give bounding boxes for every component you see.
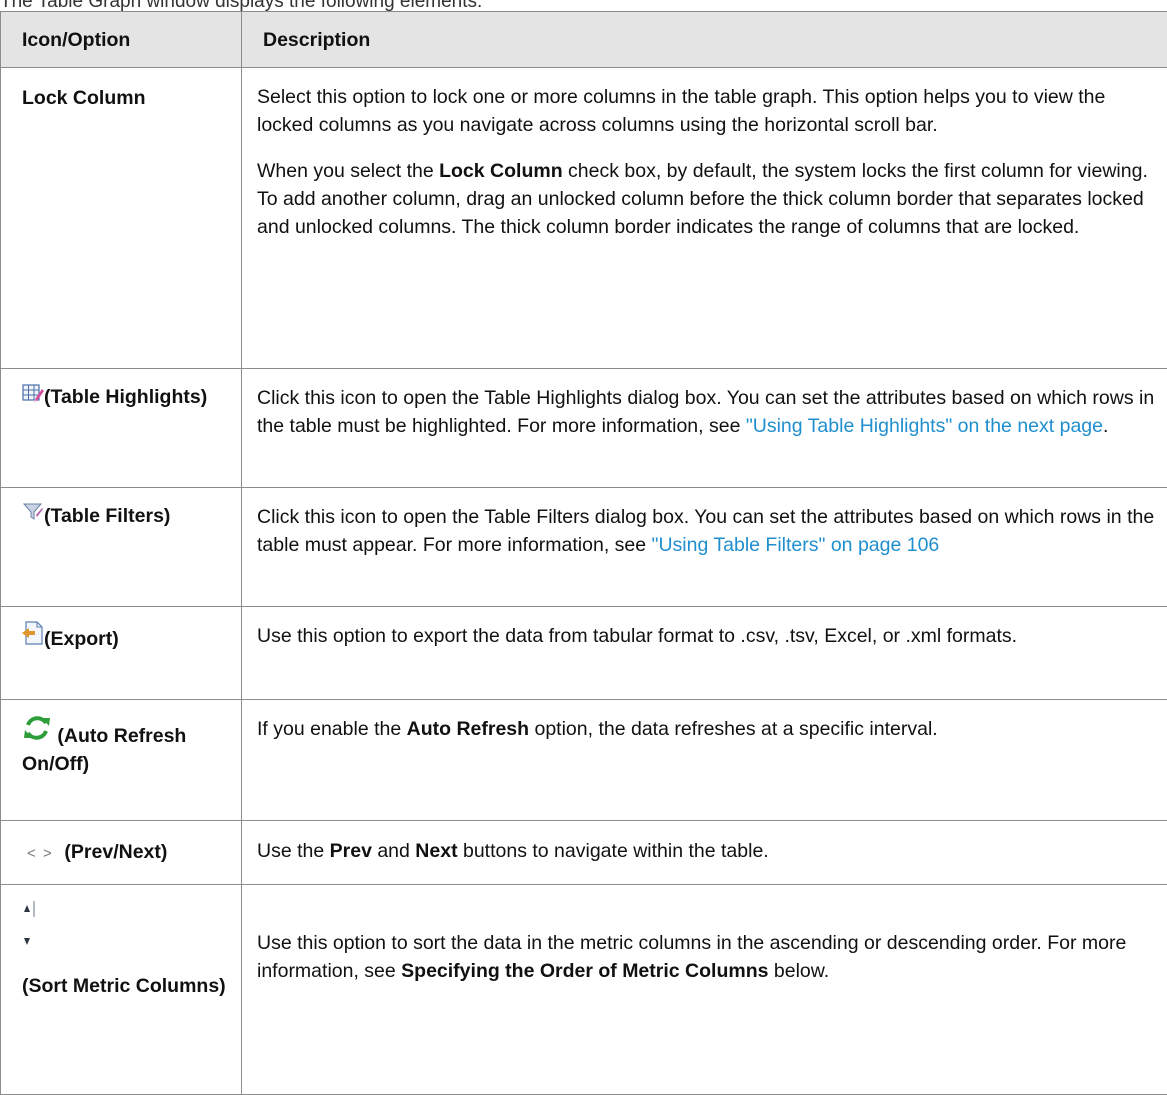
funnel-icon[interactable]	[22, 502, 44, 522]
table-highlights-label: (Table Highlights)	[44, 386, 207, 408]
description-text: When you select the Lock Column check bo…	[257, 157, 1165, 241]
prev-icon[interactable]: <	[27, 840, 43, 868]
option-cell: (Sort Metric Columns)	[1, 885, 242, 1095]
using-table-filters-link[interactable]: "Using Table Filters" on page 106	[652, 534, 940, 556]
description-text: If you enable the Auto Refresh option, t…	[257, 715, 1165, 743]
table-row: (Export) Use this option to export the d…	[1, 607, 1167, 700]
table-row: (Table Filters) Click this icon to open …	[1, 488, 1167, 607]
option-cell: (Table Highlights)	[1, 369, 242, 488]
sort-descending-icon[interactable]	[22, 932, 36, 950]
description-cell: Select this option to lock one or more c…	[242, 68, 1167, 369]
table-filters-label: (Table Filters)	[44, 505, 170, 527]
description-text: Click this icon to open the Table Highli…	[257, 384, 1165, 440]
table-row: Lock Column Select this option to lock o…	[1, 68, 1167, 369]
next-icon[interactable]: >	[43, 840, 59, 868]
description-text: Use the Prev and Next buttons to navigat…	[257, 837, 1165, 865]
table-row: (Sort Metric Columns) Use this option to…	[1, 885, 1167, 1095]
header-description: Description	[242, 12, 1167, 68]
description-cell: Click this icon to open the Table Highli…	[242, 369, 1167, 488]
export-label: (Export)	[44, 628, 119, 650]
description-cell: Use the Prev and Next buttons to navigat…	[242, 821, 1167, 885]
description-text: Click this icon to open the Table Filter…	[257, 503, 1165, 559]
header-icon-option: Icon/Option	[1, 12, 242, 68]
using-table-highlights-link[interactable]: "Using Table Highlights" on the next pag…	[746, 415, 1103, 437]
description-cell: If you enable the Auto Refresh option, t…	[242, 700, 1167, 821]
description-text: Use this option to sort the data in the …	[257, 929, 1165, 985]
table-row: (Auto Refresh On/Off) If you enable the …	[1, 700, 1167, 821]
option-cell: Lock Column	[1, 68, 242, 369]
sort-metric-columns-label: (Sort Metric Columns)	[22, 972, 235, 1000]
option-cell: (Auto Refresh On/Off)	[1, 700, 242, 821]
option-cell: (Table Filters)	[1, 488, 242, 607]
description-cell: Click this icon to open the Table Filter…	[242, 488, 1167, 607]
table-highlights-icon[interactable]	[22, 383, 44, 403]
table-header-row: Icon/Option Description	[1, 12, 1167, 68]
export-icon[interactable]	[22, 621, 44, 645]
refresh-icon[interactable]	[22, 714, 52, 742]
prev-next-label: (Prev/Next)	[64, 841, 167, 863]
description-cell: Use this option to sort the data in the …	[242, 885, 1167, 1095]
elements-table: Icon/Option Description Lock Column Sele…	[0, 11, 1167, 1095]
lock-column-label: Lock Column	[22, 87, 146, 109]
option-cell: <> (Prev/Next)	[1, 821, 242, 885]
sort-ascending-icon[interactable]	[22, 900, 36, 918]
description-text: Select this option to lock one or more c…	[257, 83, 1165, 139]
option-cell: (Export)	[1, 607, 242, 700]
table-row: <> (Prev/Next) Use the Prev and Next but…	[1, 821, 1167, 885]
description-text: Use this option to export the data from …	[257, 622, 1165, 650]
description-cell: Use this option to export the data from …	[242, 607, 1167, 700]
table-row: (Table Highlights) Click this icon to op…	[1, 369, 1167, 488]
